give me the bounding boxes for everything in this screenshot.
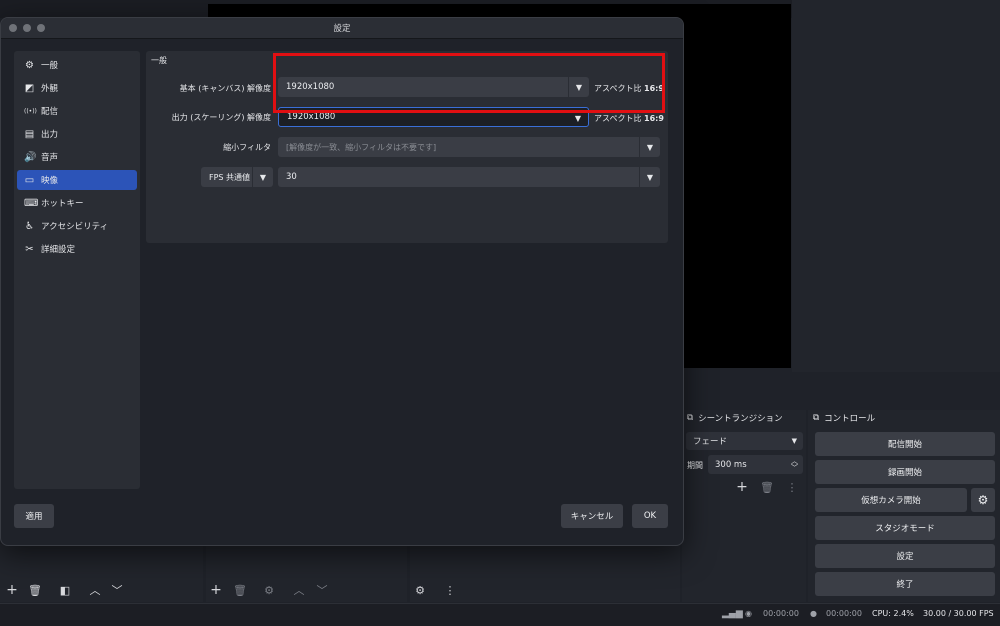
add-transition-icon[interactable]: +	[734, 479, 750, 495]
source-down-icon[interactable]: ﹀	[314, 582, 330, 598]
cpu-usage: CPU: 2.4%	[872, 609, 914, 618]
sidebar-item[interactable]: ⌨ ホットキー	[17, 193, 137, 213]
base-resolution-label: 基本 (キャンバス) 解像度	[179, 84, 271, 93]
duration-label: 期間	[687, 461, 703, 470]
duration-spinbox[interactable]: 300 ms ︿ ﹀	[708, 455, 803, 474]
sidebar-item-label: アクセシビリティ	[41, 222, 109, 232]
apply-button[interactable]: 適用	[14, 504, 54, 528]
scene-filter-icon[interactable]: ◧	[57, 582, 73, 598]
sidebar-item-label: 一般	[41, 61, 59, 71]
start-streaming-button[interactable]: 配信開始	[815, 432, 995, 456]
tools-icon: ✂	[25, 243, 34, 255]
network-bars-icon: ▂▄▆	[722, 609, 743, 619]
sidebar-item-label: 配信	[41, 107, 59, 117]
chevron-down-icon: ▼	[791, 437, 797, 445]
antenna-icon: ((•))	[24, 107, 37, 115]
record-status-icon: ●	[810, 609, 817, 618]
start-recording-button[interactable]: 録画開始	[815, 460, 995, 484]
dock-title-controls: ⧉ コントロール	[813, 413, 876, 424]
scene-down-icon[interactable]: ﹀	[109, 582, 125, 598]
add-scene-icon[interactable]: +	[4, 582, 20, 598]
transition-select[interactable]: フェード ▼	[686, 432, 803, 450]
start-virtual-camera-button[interactable]: 仮想カメラ開始	[815, 488, 967, 512]
sidebar-item[interactable]: ▤ 出力	[17, 124, 137, 144]
fps-type-combo[interactable]: FPS 共通値 ▼	[201, 167, 273, 187]
group-title: 一般	[151, 56, 167, 65]
transition-menu-icon[interactable]: ⋮	[784, 479, 800, 495]
dialog-titlebar: 設定	[1, 18, 683, 39]
resolution-highlight-box	[273, 53, 665, 113]
chevron-down-icon: ▼	[639, 167, 660, 187]
source-up-icon[interactable]: ︿	[291, 582, 307, 598]
settings-button[interactable]: 設定	[815, 544, 995, 568]
source-properties-icon[interactable]: ⚙	[261, 582, 277, 598]
sidebar-item[interactable]: ◩ 外観	[17, 78, 137, 98]
accessibility-icon: ♿	[25, 220, 34, 232]
sidebar-item-label: 映像	[41, 176, 59, 186]
keyboard-icon: ⌨	[24, 197, 39, 209]
settings-sidebar: ⚙ 一般 ◩ 外観 ((•)) 配信 ▤ 出力 🔊 音声 ▭ 映像 ⌨ ホットキー ♿ アクセシビリティ ✂ 詳細…	[14, 51, 140, 489]
scene-up-icon[interactable]: ︿	[87, 582, 103, 598]
sidebar-item-label: 出力	[41, 130, 59, 140]
ok-button[interactable]: OK	[632, 504, 668, 528]
fps-value-combo[interactable]: 30 ▼	[278, 167, 660, 187]
cancel-button[interactable]: キャンセル	[561, 504, 623, 528]
chevron-down-icon: ▼	[252, 167, 273, 187]
dock-title-transitions: ⧉ シーントランジション	[687, 413, 783, 424]
dock-float-icon[interactable]: ⧉	[813, 413, 819, 423]
record-time: 00:00:00	[826, 609, 862, 618]
spinner-icon[interactable]: ︿ ﹀	[791, 457, 798, 472]
audio-settings-icon[interactable]: ⚙	[412, 582, 428, 598]
fps-counter: 30.00 / 30.00 FPS	[923, 609, 994, 618]
sidebar-item[interactable]: ♿ アクセシビリティ	[17, 216, 137, 236]
remove-scene-icon[interactable]: 🗑	[27, 582, 43, 598]
sidebar-item-label: 外観	[41, 84, 59, 94]
studio-mode-button[interactable]: スタジオモード	[815, 516, 995, 540]
downscale-filter-label: 縮小フィルタ	[223, 143, 271, 152]
dialog-title: 設定	[333, 24, 351, 34]
sidebar-item[interactable]: ✂ 詳細設定	[17, 239, 137, 259]
exit-button[interactable]: 終了	[815, 572, 995, 596]
monitor-icon: ▭	[24, 174, 35, 186]
remove-transition-icon[interactable]: 🗑	[759, 479, 775, 495]
sidebar-item[interactable]: ⚙ 一般	[17, 55, 137, 75]
output-aspect-ratio: アスペクト比 16:9	[594, 114, 664, 123]
sidebar-item[interactable]: 🔊 音声	[17, 147, 137, 167]
appearance-icon: ◩	[24, 82, 35, 94]
sidebar-item[interactable]: ▭ 映像	[17, 170, 137, 190]
downscale-filter-combo[interactable]: [解像度が一致、縮小フィルタは不要です] ▼	[278, 137, 660, 157]
dock-float-icon[interactable]: ⧉	[687, 413, 693, 423]
audio-menu-icon[interactable]: ⋮	[442, 582, 458, 598]
sidebar-item-label: ホットキー	[41, 199, 84, 209]
sidebar-item[interactable]: ((•)) 配信	[17, 101, 137, 121]
chevron-down-icon: ▼	[639, 137, 660, 157]
add-source-icon[interactable]: +	[208, 582, 224, 598]
stream-time: 00:00:00	[763, 609, 799, 618]
output-icon: ▤	[24, 128, 35, 140]
virtual-camera-settings-gear-icon[interactable]: ⚙	[971, 488, 995, 512]
speaker-icon: 🔊	[24, 151, 37, 163]
sidebar-item-label: 音声	[41, 153, 59, 163]
remove-source-icon[interactable]: 🗑	[232, 582, 248, 598]
main-window-right-area	[792, 0, 1000, 372]
gear-icon: ⚙	[25, 59, 34, 71]
sidebar-item-label: 詳細設定	[41, 245, 76, 255]
stream-status-icon: ◉	[745, 609, 752, 618]
output-resolution-label: 出力 (スケーリング) 解像度	[171, 113, 271, 122]
